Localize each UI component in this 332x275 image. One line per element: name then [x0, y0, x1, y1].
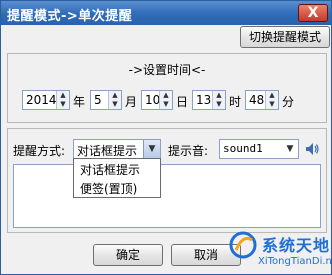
year-value: 2014: [26, 93, 57, 107]
dropdown-option[interactable]: 便签(置顶): [80, 180, 137, 197]
sound-combo[interactable]: sound1 ▼: [219, 139, 299, 159]
day-spinner[interactable]: 10 ▲ ▼: [141, 90, 173, 110]
ok-button[interactable]: 确定: [93, 244, 163, 266]
up-arrow-icon[interactable]: ▲: [266, 91, 278, 100]
minute-spinner[interactable]: 48 ▲ ▼: [245, 90, 279, 110]
day-value: 10: [145, 93, 161, 107]
watermark: 系统天地 XiTongTianDi.net: [224, 228, 332, 275]
month-value: 5: [94, 93, 102, 107]
remind-mode-dropdown-list: 对话框提示 便签(置顶): [73, 158, 161, 198]
watermark-logo-icon: [229, 231, 257, 259]
chevron-down-icon[interactable]: ▼: [282, 140, 298, 158]
year-unit-label: 年: [73, 95, 86, 109]
remind-mode-label: 提醒方式:: [13, 144, 66, 158]
remind-mode-value: 对话框提示: [77, 144, 138, 158]
up-arrow-icon[interactable]: ▲: [57, 91, 69, 100]
up-arrow-icon[interactable]: ▲: [109, 91, 121, 100]
time-section-title: ->设置时间<-: [128, 63, 206, 77]
minute-value: 48: [249, 93, 265, 107]
hour-unit-label: 时: [229, 95, 242, 109]
sound-label: 提示音:: [168, 144, 209, 158]
up-arrow-icon[interactable]: ▲: [213, 91, 225, 100]
dropdown-option[interactable]: 对话框提示: [80, 161, 140, 178]
down-arrow-icon[interactable]: ▼: [160, 100, 172, 109]
year-spinner[interactable]: 2014 ▲ ▼: [22, 90, 70, 110]
day-unit-label: 日: [176, 95, 189, 109]
up-arrow-icon[interactable]: ▲: [160, 91, 172, 100]
time-group: ->设置时间<- 2014 ▲ ▼ 年 5 ▲ ▼ 月 10 ▲ ▼ 日 13 ▲ ▼ …: [7, 53, 327, 123]
hour-spinner[interactable]: 13 ▲ ▼: [192, 90, 226, 110]
message-textarea[interactable]: [13, 164, 321, 228]
toggle-mode-button[interactable]: 切换提醒模式: [240, 26, 330, 48]
close-button[interactable]: X: [298, 4, 328, 22]
remind-mode-combo[interactable]: 对话框提示 ▼: [73, 139, 161, 159]
sound-value: sound1: [223, 142, 263, 155]
watermark-text: 系统天地: [262, 236, 331, 255]
title-bar: 提醒模式->单次提醒 X: [1, 1, 331, 25]
speaker-icon[interactable]: [304, 141, 320, 157]
minute-unit-label: 分: [282, 95, 295, 109]
month-spinner[interactable]: 5 ▲ ▼: [90, 90, 122, 110]
window-title: 提醒模式->单次提醒: [7, 9, 133, 24]
hour-value: 13: [196, 93, 212, 107]
down-arrow-icon[interactable]: ▼: [213, 100, 225, 109]
down-arrow-icon[interactable]: ▼: [266, 100, 278, 109]
down-arrow-icon[interactable]: ▼: [57, 100, 69, 109]
down-arrow-icon[interactable]: ▼: [109, 100, 121, 109]
watermark-url: XiTongTianDi.net: [258, 256, 332, 267]
month-unit-label: 月: [125, 95, 138, 109]
chevron-down-icon[interactable]: ▼: [143, 140, 160, 158]
